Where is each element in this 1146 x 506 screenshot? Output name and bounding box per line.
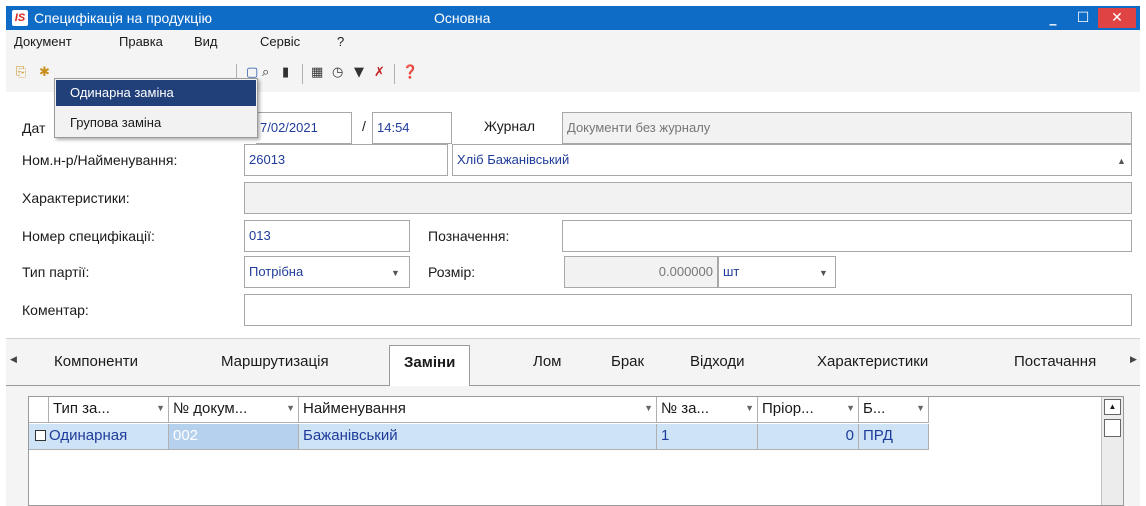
replacement-dropdown-menu: Одинарна заміна Групова заміна	[54, 78, 258, 138]
tab-scroll-left-icon[interactable]: ◀	[10, 354, 17, 365]
title-bar: IS Специфікація на продукцію Основна _ ☐…	[6, 6, 1140, 30]
date-field[interactable]: 7/02/2021	[256, 112, 352, 144]
cell-doc-number[interactable]: 002	[169, 424, 299, 450]
designation-field[interactable]	[562, 220, 1132, 252]
vertical-scrollbar[interactable]: ▲	[1101, 397, 1123, 505]
item-name-value: Хліб Бажанівський	[457, 152, 570, 167]
scroll-up-icon[interactable]: ▲	[1104, 399, 1121, 415]
tab-defect[interactable]: Брак	[611, 353, 644, 370]
comment-field[interactable]	[244, 294, 1132, 326]
comment-label: Коментар:	[22, 302, 89, 318]
app-logo-icon: IS	[12, 10, 28, 26]
journal-field[interactable]: Документи без журналу	[562, 112, 1132, 144]
column-header-name[interactable]: Найменування ▼	[299, 397, 657, 423]
tab-waste[interactable]: Відходи	[690, 353, 745, 370]
menu-item-single-replacement[interactable]: Одинарна заміна	[56, 80, 256, 106]
tab-scrap[interactable]: Лом	[533, 353, 562, 370]
item-label: Ном.н-р/Найменування:	[22, 152, 178, 168]
bookmark-icon[interactable]: ▮	[282, 66, 289, 80]
column-header-b[interactable]: Б... ▼	[859, 397, 929, 423]
designation-label: Позначення:	[428, 228, 510, 244]
filter-icon[interactable]: ▼	[354, 66, 364, 80]
cell-name[interactable]: Бажанівський	[299, 424, 657, 450]
unit-value: шт	[723, 264, 740, 279]
cell-priority[interactable]: 0	[758, 424, 859, 450]
maximize-button[interactable]: ☐	[1070, 8, 1096, 28]
row-checkbox[interactable]	[35, 430, 46, 441]
new-document-icon[interactable]: ⎘	[16, 66, 26, 80]
spec-number-label: Номер специфікації:	[22, 228, 155, 244]
time-separator: /	[362, 118, 366, 134]
close-button[interactable]: ✕	[1098, 8, 1136, 28]
chevron-down-icon[interactable]: ▼	[819, 257, 828, 287]
tab-supply[interactable]: Постачання	[1014, 353, 1096, 370]
scroll-thumb[interactable]	[1104, 419, 1121, 437]
tab-characteristics[interactable]: Характеристики	[817, 353, 928, 370]
table-header: Тип за... ▼ № докум... ▼ Найменування ▼ № з…	[29, 397, 929, 423]
window-title: Специфікація на продукцію	[34, 10, 212, 26]
tab-routing[interactable]: Маршрутизація	[221, 353, 329, 370]
size-label: Розмір:	[428, 264, 476, 280]
table-row[interactable]: Одинарная 002 Бажанівський 1 0 ПРД	[29, 424, 929, 450]
chevron-up-icon[interactable]: ▲	[1117, 145, 1126, 175]
filter-dropdown-icon[interactable]: ▼	[286, 403, 295, 413]
menu-view[interactable]: Вид	[194, 34, 218, 49]
tab-replacements[interactable]: Заміни	[389, 345, 471, 387]
batch-type-label: Тип партії:	[22, 264, 90, 280]
menu-item-group-replacement[interactable]: Групова заміна	[56, 110, 256, 136]
journal-label: Журнал	[484, 118, 536, 134]
window-subtitle: Основна	[434, 10, 491, 26]
menu-service[interactable]: Сервіс	[260, 34, 300, 49]
column-header-type[interactable]: Тип за... ▼	[49, 397, 169, 423]
clear-filter-icon[interactable]: ✗	[374, 66, 385, 80]
characteristics-field[interactable]	[244, 182, 1132, 214]
add-icon[interactable]: ✱	[39, 66, 50, 80]
date-label: Дат	[22, 120, 46, 136]
filter-dropdown-icon[interactable]: ▼	[156, 403, 165, 413]
column-header-number[interactable]: № за... ▼	[657, 397, 758, 423]
chevron-down-icon[interactable]: ▼	[391, 257, 400, 287]
tab-components[interactable]: Компоненти	[54, 353, 138, 370]
batch-type-select[interactable]: Потрібна ▼	[244, 256, 410, 288]
menu-bar: Документ Правка Вид Сервіс ?	[6, 30, 1140, 52]
column-header-priority[interactable]: Пріор... ▼	[758, 397, 859, 423]
grid-area: Тип за... ▼ № докум... ▼ Найменування ▼ № з…	[6, 386, 1140, 506]
column-header-doc-number[interactable]: № докум... ▼	[169, 397, 299, 423]
table-icon[interactable]: ▦	[311, 66, 323, 80]
search-icon[interactable]: ⌕	[262, 66, 269, 80]
tab-bar: ◀ Компоненти Маршрутизація Заміни Лом Бр…	[6, 338, 1140, 387]
help-icon[interactable]: ❓	[402, 66, 418, 80]
minimize-button[interactable]: _	[1041, 8, 1065, 28]
time-field[interactable]: 14:54	[372, 112, 452, 144]
unit-select[interactable]: шт ▼	[718, 256, 836, 288]
filter-dropdown-icon[interactable]: ▼	[846, 403, 855, 413]
cell-number[interactable]: 1	[657, 424, 758, 450]
item-name-field[interactable]: Хліб Бажанівський ▲	[452, 144, 1132, 176]
batch-type-value: Потрібна	[249, 264, 304, 279]
menu-edit[interactable]: Правка	[119, 34, 163, 49]
size-field[interactable]: 0.000000	[564, 256, 718, 288]
filter-dropdown-icon[interactable]: ▼	[644, 403, 653, 413]
menu-help[interactable]: ?	[337, 34, 344, 49]
filter-dropdown-icon[interactable]: ▼	[916, 403, 925, 413]
cell-type[interactable]: Одинарная	[29, 424, 169, 450]
characteristics-label: Характеристики:	[22, 190, 130, 206]
cell-b[interactable]: ПРД	[859, 424, 929, 450]
tab-scroll-right-icon[interactable]: ▶	[1130, 354, 1137, 365]
item-code-field[interactable]: 26013	[244, 144, 448, 176]
refresh-icon[interactable]: ◷	[332, 66, 343, 80]
spec-number-field[interactable]: 013	[244, 220, 410, 252]
menu-document[interactable]: Документ	[14, 34, 72, 49]
filter-dropdown-icon[interactable]: ▼	[745, 403, 754, 413]
replacements-table: Тип за... ▼ № докум... ▼ Найменування ▼ № з…	[28, 396, 1124, 506]
